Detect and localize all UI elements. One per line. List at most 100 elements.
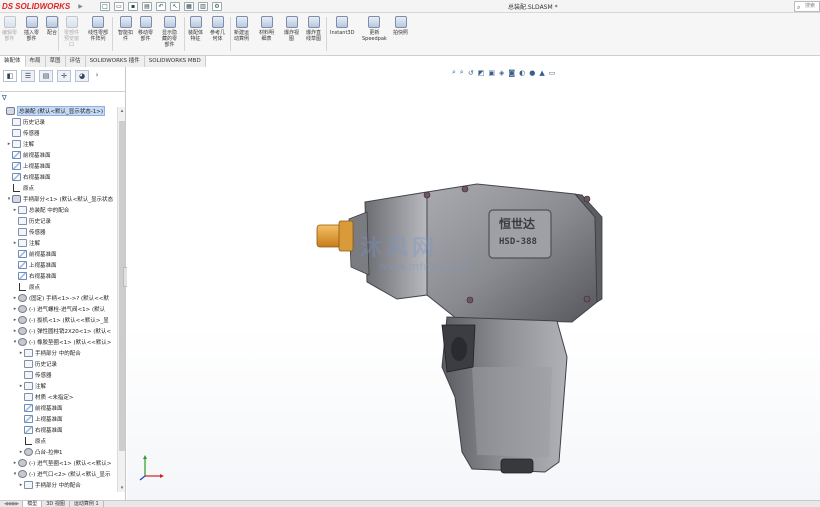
- impact-wrench-model[interactable]: [127, 67, 820, 500]
- tree-item[interactable]: ▸ 注解: [18, 380, 46, 391]
- ribbon-button-1[interactable]: 插入零 部件: [24, 16, 39, 42]
- ribbon-button-16[interactable]: 拍快照: [393, 16, 408, 36]
- ribbon-button-icon: [139, 16, 152, 28]
- menu-arrow-icon[interactable]: ▶: [78, 3, 83, 10]
- ribbon-button-14[interactable]: Instant3D: [330, 16, 354, 36]
- bottom-tab-2[interactable]: 运动算例 1: [70, 501, 104, 507]
- select-icon[interactable]: ↖: [170, 2, 180, 11]
- options-gear-icon[interactable]: ⚙: [212, 2, 222, 11]
- graphics-viewport[interactable]: ⌕ ⌕ ↺ ◩ ▣ ◈ ◙ ◐ ● ▲ ▭ 恒世达 HSD-388 沐风网 ww…: [127, 67, 820, 500]
- ribbon-button-5[interactable]: 智能扣 件: [118, 16, 133, 42]
- tree-item[interactable]: 传感器: [6, 127, 40, 138]
- ribbon-button-8[interactable]: 装配体 特征: [188, 16, 203, 42]
- tree-item[interactable]: ▾ 手柄部分<1> (默认<默认_显示状态: [6, 193, 113, 204]
- plane-icon: [24, 403, 33, 412]
- ribbon-button-7[interactable]: 显示隐 藏的零 部件: [162, 16, 177, 48]
- ribbon-button-10[interactable]: 新建运 动算例: [234, 16, 249, 42]
- tree-item[interactable]: ▸ (-) 进气螺栓-进气阀<1> (默认: [12, 303, 105, 314]
- ribbon-button-13[interactable]: 爆炸直 线草图: [306, 16, 321, 42]
- ribbon-button-icon: [92, 16, 104, 28]
- solidworks-logo[interactable]: DS SOLIDWORKS ▶: [2, 1, 83, 12]
- tree-item-label: 历史记录: [29, 218, 52, 225]
- tree-item[interactable]: 右视基准面: [18, 424, 63, 435]
- tree-item[interactable]: 上视基准面: [12, 259, 57, 270]
- tree-item[interactable]: 前视基准面: [6, 149, 51, 160]
- scroll-down-icon[interactable]: ▾: [118, 484, 126, 492]
- tree-item[interactable]: 材质 <未指定>: [18, 391, 73, 402]
- tree-item[interactable]: ▸ (-) 扳机<1> (默认<<默认>_显: [12, 314, 109, 325]
- part-icon: [18, 315, 27, 324]
- tree-item[interactable]: 历史记录: [18, 358, 57, 369]
- tree-item[interactable]: ▾ (-) 进气口<2> (默认<默认_显示: [12, 468, 111, 479]
- tree-item[interactable]: 前视基准面: [12, 248, 57, 259]
- dimxpert-tab-icon[interactable]: ✛: [57, 70, 71, 82]
- tree-item[interactable]: ▸ 总装配 中的配合: [12, 204, 69, 215]
- save-icon[interactable]: ▪: [128, 2, 138, 11]
- origin-icon: [12, 183, 21, 192]
- quick-access-toolbar: □ ▭ ▪ ▤ ↶ ↖ ▦ ▥ ⚙: [100, 1, 222, 12]
- housing-bolt: [423, 191, 431, 199]
- panel-expand-icon[interactable]: ›: [93, 70, 101, 82]
- tree-item[interactable]: ▸ 注解: [12, 237, 40, 248]
- command-tab-3[interactable]: 评估: [65, 56, 86, 67]
- tree-item[interactable]: 上视基准面: [18, 413, 63, 424]
- open-document-icon[interactable]: ▭: [114, 2, 124, 11]
- tree-item[interactable]: 历史记录: [12, 215, 51, 226]
- tree-scrollbar[interactable]: ▴ ▾: [117, 107, 125, 492]
- tree-item[interactable]: 右视基准面: [12, 270, 57, 281]
- ribbon-button-6[interactable]: 移动零 部件: [138, 16, 153, 42]
- tree-item[interactable]: 原点: [18, 435, 46, 446]
- ribbon-button-2[interactable]: 配合: [46, 16, 58, 36]
- undo-icon[interactable]: ↶: [156, 2, 166, 11]
- tree-item[interactable]: 传感器: [18, 369, 52, 380]
- tree-item[interactable]: 上视基准面: [6, 160, 51, 171]
- tree-item[interactable]: ▸ 手柄部分 中的配合: [18, 479, 81, 490]
- scroll-up-icon[interactable]: ▴: [118, 107, 126, 115]
- rebuild-icon[interactable]: ▦: [184, 2, 194, 11]
- tree-item[interactable]: ▸ (-) 弹性圆柱销2X20<1> (默认<: [12, 325, 111, 336]
- part-icon: [18, 458, 27, 467]
- feature-manager-tab-icon[interactable]: ◧: [3, 70, 17, 82]
- ribbon-button-0[interactable]: 编辑零 部件: [2, 16, 17, 42]
- ribbon-button-4[interactable]: 线性零部 件阵列: [88, 16, 108, 42]
- command-tab-2[interactable]: 草图: [45, 56, 66, 67]
- search-input[interactable]: ⌕ 搜索: [794, 1, 820, 12]
- tree-item[interactable]: 历史记录: [6, 116, 45, 127]
- configuration-manager-tab-icon[interactable]: ▤: [39, 70, 53, 82]
- tree-item[interactable]: ▸ 凸台-拉伸1: [18, 446, 62, 457]
- new-document-icon[interactable]: □: [100, 2, 110, 11]
- tree-item[interactable]: ▸ (固定) 手柄<1>->? (默认<<默: [12, 292, 109, 303]
- tree-item[interactable]: 原点: [12, 281, 40, 292]
- tab-nav-arrows-icon[interactable]: ◀◀◀▶▶: [0, 501, 24, 507]
- command-tab-4[interactable]: SOLIDWORKS 插件: [85, 56, 145, 67]
- ribbon-button-3[interactable]: 零部件 预览窗 口: [64, 16, 79, 48]
- tree-item[interactable]: 总装配 (默认<默认_显示状态-1>): [0, 105, 105, 116]
- tree-item[interactable]: ▸ 注解: [6, 138, 34, 149]
- ribbon-button-9[interactable]: 参考几 何体: [210, 16, 225, 42]
- tree-item[interactable]: 右视基准面: [6, 171, 51, 182]
- command-tab-1[interactable]: 布局: [25, 56, 46, 67]
- ribbon-button-icon: [65, 16, 78, 28]
- file-properties-icon[interactable]: ▥: [198, 2, 208, 11]
- ribbon-button-11[interactable]: 材料明 细表: [259, 16, 274, 42]
- tree-item[interactable]: 传感器: [12, 226, 46, 237]
- property-manager-tab-icon[interactable]: ☰: [21, 70, 35, 82]
- tree-item[interactable]: 前视基准面: [18, 402, 63, 413]
- box-icon: [24, 348, 33, 357]
- ribbon-button-15[interactable]: 更新 Speedpak: [362, 16, 387, 42]
- display-manager-tab-icon[interactable]: ◕: [75, 70, 89, 82]
- tree-item[interactable]: ▸ 手柄部分 中的配合: [18, 347, 81, 358]
- bottom-tab-1[interactable]: 3D 视图: [42, 501, 70, 507]
- tree-item[interactable]: ▸ (-) 进气垫圈<1> (默认<<默认>: [12, 457, 111, 468]
- tree-item[interactable]: ▾ (-) 橡胶垫圈<1> (默认<<默认>: [12, 336, 111, 347]
- tree-item-label: (-) 进气口<2> (默认<默认_显示: [29, 471, 111, 478]
- filter-icon[interactable]: ∇: [2, 94, 7, 102]
- print-icon[interactable]: ▤: [142, 2, 152, 11]
- ribbon-button-12[interactable]: 爆炸视 图: [284, 16, 299, 42]
- tree-item[interactable]: 原点: [6, 182, 34, 193]
- ribbon-separator: [112, 17, 113, 51]
- bottom-tab-0[interactable]: 模型: [23, 501, 43, 507]
- command-tab-0[interactable]: 装配体: [0, 56, 26, 67]
- command-tab-5[interactable]: SOLIDWORKS MBD: [144, 56, 206, 67]
- tree-item-label: 上视基准面: [35, 416, 63, 423]
